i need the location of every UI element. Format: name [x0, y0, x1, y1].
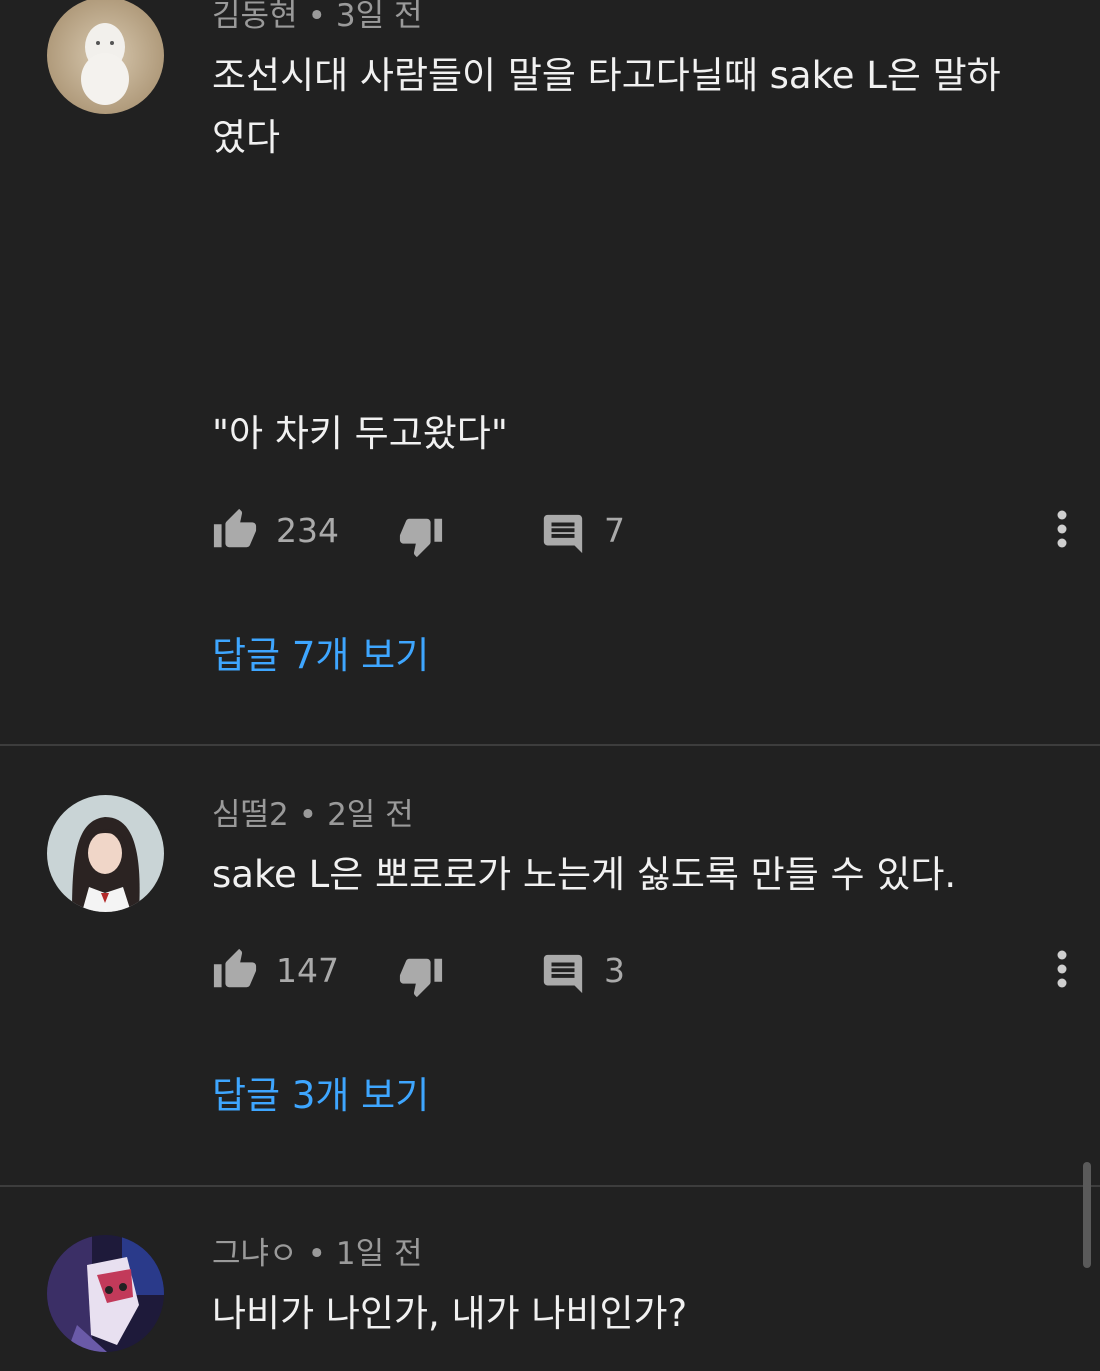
thumbs-up-icon[interactable] — [212, 947, 258, 993]
more-vertical-icon[interactable] — [1052, 947, 1072, 991]
timestamp[interactable]: 1일 전 — [336, 1236, 423, 1272]
like-count: 234 — [276, 511, 339, 550]
timestamp[interactable]: 3일 전 — [336, 0, 423, 34]
reply-count: 7 — [604, 511, 625, 550]
view-replies-link[interactable]: 답글 7개 보기 — [212, 632, 429, 680]
thumbs-down-icon[interactable] — [398, 953, 444, 999]
scrollbar[interactable] — [1083, 1162, 1091, 1268]
comment-divider — [0, 1185, 1100, 1187]
comment-meta: 그냐ㅇ • 1일 전 — [212, 1234, 422, 1274]
comment-icon[interactable] — [540, 951, 586, 997]
hamster-avatar-icon — [47, 0, 164, 114]
avatar[interactable] — [47, 795, 164, 912]
anime-avatar-icon — [47, 1235, 164, 1352]
timestamp[interactable]: 2일 전 — [327, 797, 414, 833]
meta-separator: • — [298, 797, 318, 833]
meta-separator: • — [307, 1236, 326, 1272]
comment-actions: 147 3 — [212, 947, 1072, 999]
view-replies-link[interactable]: 답글 3개 보기 — [212, 1072, 429, 1120]
comment-text: 나비가 나인가, 내가 나비인가? — [212, 1292, 688, 1335]
more-vertical-icon[interactable] — [1052, 507, 1072, 551]
meta-separator: • — [307, 0, 326, 34]
comment-actions: 234 7 — [212, 507, 1072, 559]
author-name[interactable]: 심떨2 — [212, 797, 289, 833]
comment-meta: 김동현 • 3일 전 — [212, 0, 422, 36]
reply-count: 3 — [604, 951, 625, 990]
girl-avatar-icon — [47, 795, 164, 912]
comments-page: 김동현 • 3일 전 조선시대 사람들이 말을 타고다닐때 sake L은 말하 였… — [0, 0, 1100, 1371]
comment-meta: 심떨2 • 2일 전 — [212, 795, 414, 835]
like-count: 147 — [276, 951, 339, 990]
avatar[interactable] — [47, 0, 164, 114]
author-name[interactable]: 그냐ㅇ — [212, 1236, 298, 1272]
thumbs-up-icon[interactable] — [212, 507, 258, 553]
avatar[interactable] — [47, 1235, 164, 1352]
thumbs-down-icon[interactable] — [398, 513, 444, 559]
comment-text: 조선시대 사람들이 말을 타고다닐때 sake L은 말하 였다 — [212, 54, 1001, 159]
author-name[interactable]: 김동현 — [212, 0, 298, 34]
comment-text: sake L은 뽀로로가 노는게 싫도록 만들 수 있다. — [212, 853, 957, 896]
comment-text-continued: "아 차키 두고왔다" — [212, 412, 508, 455]
comment-icon[interactable] — [540, 511, 586, 557]
comment-divider — [0, 744, 1100, 746]
